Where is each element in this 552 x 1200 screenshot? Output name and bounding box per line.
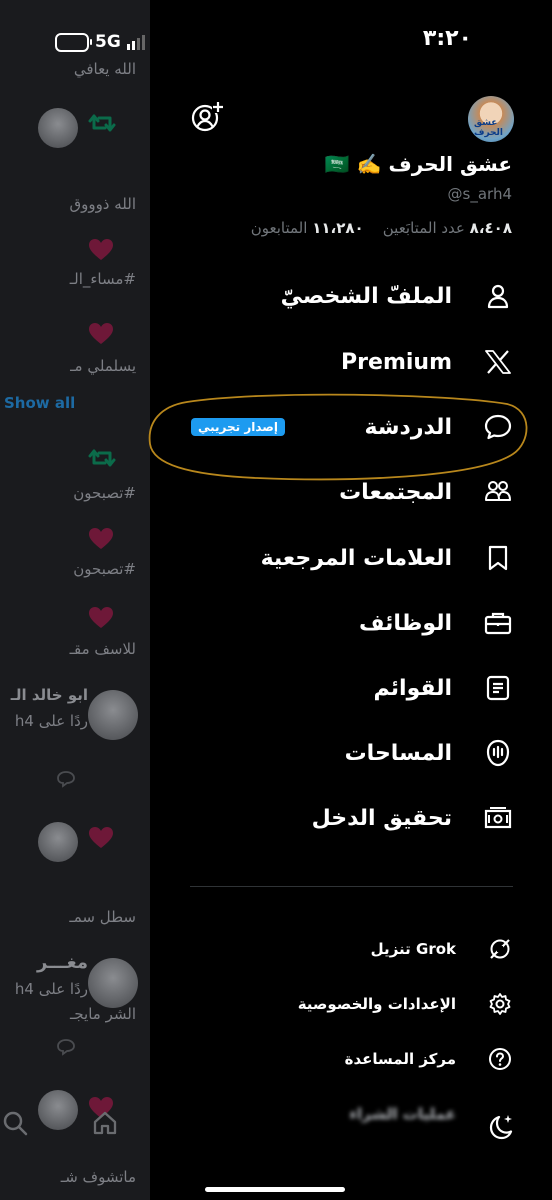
menu-item-lists[interactable]: القوائم [374, 674, 512, 702]
feed-text: يسلملي مـ [70, 357, 136, 375]
avatar [38, 822, 78, 862]
following-label: عدد المتابَعين [382, 219, 465, 237]
feed-text: للاسف مقـ [69, 640, 136, 658]
menu-item-label: المجتمعات [339, 479, 452, 505]
menu-item-label: الوظائف [358, 610, 452, 636]
feed-text: سطل سمـ [69, 908, 136, 926]
feed-text: #تصبحون [73, 560, 136, 578]
dark-mode-toggle-icon[interactable] [486, 1112, 516, 1142]
menu-item-label: القوائم [373, 675, 452, 701]
money-icon [484, 804, 512, 832]
feed-text: #تصبحون [73, 484, 136, 502]
help-icon [488, 1047, 512, 1071]
network-type: 5G [95, 32, 121, 52]
list-icon [484, 674, 512, 702]
signal-icon [126, 34, 145, 50]
grok-icon [488, 937, 512, 961]
profile-avatar[interactable]: عشق الحرف [468, 96, 514, 142]
reply-icon [57, 771, 75, 788]
menu-item-spaces[interactable]: المساحات [345, 739, 512, 767]
heart-icon [89, 323, 113, 344]
menu-item-label: عمليات الشراء [349, 1105, 456, 1123]
briefcase-icon [484, 609, 512, 637]
avatar [88, 958, 138, 1008]
menu-item-premium[interactable]: Premium [341, 348, 512, 376]
feed-text: مغـــر [37, 952, 88, 973]
home-indicator [205, 1187, 345, 1192]
feed-text: #مساء_الـ [69, 270, 136, 288]
followers-count: ١١،٢٨٠ [312, 219, 364, 237]
menu-item-label: الإعدادات والخصوصية [297, 995, 456, 1013]
follow-stats: ٨،٤٠٨ عدد المتابَعين ١١،٢٨٠ المتابعون [251, 219, 512, 237]
profile-handle: @s_arh4 [447, 185, 512, 203]
following-stat[interactable]: ٨،٤٠٨ عدد المتابَعين [383, 219, 512, 237]
feed-text: ابو خالد الـ [10, 686, 88, 704]
communities-icon [484, 478, 512, 506]
gear-icon [488, 992, 512, 1016]
spaces-icon [484, 739, 512, 767]
menu-item-label: المساحات [344, 740, 452, 766]
avatar [88, 690, 138, 740]
reply-icon [57, 1039, 75, 1056]
feed-text: ردًا على h4 [14, 980, 88, 998]
menu-item-label: العلامات المرجعية [260, 545, 452, 571]
heart-icon [89, 827, 113, 848]
feed-text: الشر مايجـ [69, 1005, 136, 1023]
person-icon [484, 282, 512, 310]
avatar [38, 108, 78, 148]
status-icons: 5G [55, 32, 145, 52]
menu-item-profile[interactable]: الملفّ الشخصيّ [281, 282, 512, 310]
heart-icon [89, 607, 113, 628]
divider [190, 886, 513, 887]
highlight-circle [148, 393, 528, 481]
menu-item-label: تنزيل Grok [370, 940, 456, 958]
heart-icon [89, 528, 113, 549]
side-drawer: عشق الحرف عشق الحرف ✍️ 🇸🇦 @s_arh4 ٨،٤٠٨ … [148, 0, 552, 1200]
menu-item-jobs[interactable]: الوظائف [359, 609, 512, 637]
menu-item-grok[interactable]: تنزيل Grok [371, 937, 512, 961]
menu-item-settings[interactable]: الإعدادات والخصوصية [298, 992, 512, 1016]
avatar-caption: عشق الحرف [474, 118, 504, 138]
bookmark-icon [484, 544, 512, 572]
heart-icon [89, 239, 113, 260]
feed-text: الله ذوووق [69, 195, 136, 213]
battery-icon [55, 32, 92, 52]
search-icon[interactable] [2, 1110, 28, 1136]
menu-item-label: تحقيق الدخل [311, 805, 452, 831]
followers-stat[interactable]: ١١،٢٨٠ المتابعون [251, 219, 364, 237]
menu-item-help-center[interactable]: مركز المساعدة [345, 1047, 512, 1071]
avatar [38, 1090, 78, 1130]
x-logo-icon [484, 348, 512, 376]
followers-label: المتابعون [250, 219, 308, 237]
profile-display-name[interactable]: عشق الحرف ✍️ 🇸🇦 [325, 152, 512, 176]
menu-item-label: مركز المساعدة [344, 1050, 456, 1068]
feed-text: ردًا على h4 [14, 712, 88, 730]
menu-item-label: Premium [341, 349, 452, 375]
menu-item-monetization[interactable]: تحقيق الدخل [312, 804, 512, 832]
retweet-icon [88, 449, 116, 467]
menu-item-communities[interactable]: المجتمعات [339, 478, 512, 506]
feed-text: ماتشوف شـ [60, 1168, 136, 1186]
following-count: ٨،٤٠٨ [469, 219, 512, 237]
home-icon[interactable] [92, 1110, 118, 1136]
show-all-link[interactable]: Show all [4, 394, 75, 412]
background-feed: الله يعافي الله ذوووق #مساء_الـ يسلملي م… [0, 0, 150, 1200]
menu-item-bookmarks[interactable]: العلامات المرجعية [261, 544, 512, 572]
retweet-icon [88, 114, 116, 132]
add-account-icon[interactable] [190, 100, 224, 134]
menu-item-label: الملفّ الشخصيّ [280, 283, 452, 309]
